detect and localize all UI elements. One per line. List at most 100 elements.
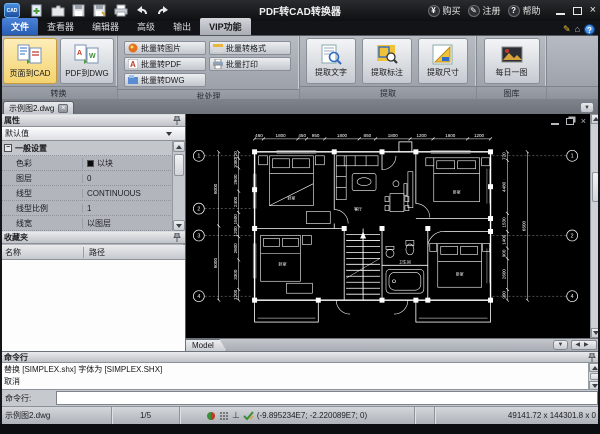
svg-text:850: 850	[364, 133, 372, 138]
canvas-vscrollbar[interactable]	[590, 114, 600, 338]
batch-format-icon	[213, 44, 223, 52]
favorites-header: 收藏夹	[0, 231, 185, 244]
svg-text:1530: 1530	[502, 217, 507, 228]
page-to-cad-icon	[17, 44, 42, 64]
extract-text-button[interactable]: 提取文字	[306, 38, 356, 84]
edit-check-icon[interactable]	[243, 410, 254, 421]
favorites-col-path[interactable]: 路径	[84, 247, 105, 258]
svg-text:1: 1	[197, 154, 200, 160]
svg-text:客厅: 客厅	[354, 207, 362, 212]
mdi-minimize-icon[interactable]	[550, 123, 559, 125]
property-row-layer[interactable]: 图层 0	[0, 171, 185, 186]
menu-bar: 文件 查看器 编辑器 高级 输出 VIP功能 ✎ ⌂ ?	[0, 18, 600, 35]
redo-icon[interactable]	[154, 3, 171, 18]
tabstrip-menu-button[interactable]: ▼	[580, 102, 594, 113]
open-folder-icon[interactable]	[49, 3, 66, 18]
property-row-ltscale[interactable]: 线型比例 1	[0, 201, 185, 216]
register-button[interactable]: ✎ 注册	[467, 4, 501, 17]
buy-button[interactable]: ¥ 购买	[427, 4, 461, 17]
extract-markup-button[interactable]: 提取标注	[362, 38, 412, 84]
new-file-icon[interactable]	[28, 3, 45, 18]
maximize-button[interactable]	[572, 6, 582, 15]
menu-file[interactable]: 文件	[2, 18, 39, 35]
batch-dwg-icon	[128, 75, 138, 84]
menu-vip[interactable]: VIP功能	[200, 18, 251, 35]
quick-help-icon[interactable]: ?	[584, 23, 595, 35]
pdf-to-dwg-button[interactable]: AW PDF到DWG	[60, 38, 114, 84]
grid-toggle-icon[interactable]	[219, 411, 229, 421]
svg-text:1800: 1800	[276, 133, 287, 138]
model-tab[interactable]: Model	[185, 339, 227, 351]
pin-icon[interactable]	[173, 233, 181, 242]
batch-format-button[interactable]: 批量转格式	[209, 41, 291, 55]
snap-toggle-icon[interactable]	[206, 411, 216, 421]
menu-output[interactable]: 输出	[164, 18, 200, 35]
svg-text:2400: 2400	[233, 196, 238, 207]
chevron-down-icon	[166, 131, 172, 136]
print-icon[interactable]	[112, 3, 129, 18]
svg-text:卧室: 卧室	[453, 190, 461, 195]
page-to-cad-button[interactable]: 页面到CAD	[3, 38, 57, 84]
menu-editor[interactable]: 编辑器	[83, 18, 128, 35]
close-button[interactable]: ×	[590, 5, 596, 16]
collapse-icon[interactable]: −	[4, 144, 12, 152]
svg-text:1800: 1800	[337, 133, 348, 138]
command-input[interactable]	[56, 391, 598, 405]
batch-print-button[interactable]: 批量打印	[209, 57, 291, 71]
batch-image-icon	[128, 43, 138, 53]
svg-text:1200: 1200	[233, 289, 238, 300]
favorites-col-name[interactable]: 名称	[0, 246, 84, 258]
svg-text:2: 2	[197, 206, 200, 212]
layout-menu-button[interactable]: ▼	[553, 340, 568, 350]
batch-dwg-button[interactable]: 批量转DWG	[124, 73, 206, 87]
tab-scroll-buttons[interactable]: ◀▶	[571, 340, 597, 350]
document-tab[interactable]: 示例图2.dwg ×	[3, 101, 75, 114]
svg-text:1800: 1800	[445, 133, 456, 138]
menu-viewer[interactable]: 查看器	[38, 18, 83, 35]
pin-icon[interactable]	[173, 116, 181, 125]
drawing-canvas[interactable]: 460 1800 450 950 1800 850 1800 1200 1800 1200 720 1…	[185, 114, 600, 338]
svg-text:A: A	[77, 50, 82, 57]
command-scrollbar[interactable]	[588, 363, 600, 390]
svg-text:卧室: 卧室	[278, 261, 286, 266]
svg-text:2: 2	[571, 233, 574, 239]
help-button[interactable]: ? 帮助	[507, 4, 541, 17]
undo-icon[interactable]	[133, 3, 150, 18]
svg-text:2600: 2600	[502, 269, 507, 280]
property-row-color[interactable]: 色彩 以块	[0, 156, 185, 171]
daily-image-button[interactable]: 每日一图	[483, 38, 540, 84]
svg-text:900: 900	[502, 291, 507, 299]
ribbon-group-empty	[547, 36, 600, 99]
extract-dim-button[interactable]: 提取尺寸	[418, 38, 468, 84]
save-icon[interactable]	[70, 3, 87, 18]
pin-icon[interactable]	[588, 352, 596, 362]
command-input-row: 命令行:	[0, 390, 600, 406]
favorites-list[interactable]	[0, 259, 185, 351]
batch-print-icon	[213, 59, 223, 69]
menu-advanced[interactable]: 高级	[128, 18, 164, 35]
svg-text:6000: 6000	[213, 258, 218, 269]
status-coordinates: (-9.895234E7; -2.220089E7; 0)	[256, 411, 368, 420]
batch-pdf-button[interactable]: A 批量转PDF	[124, 57, 206, 71]
property-group-row[interactable]: − 一般设置	[0, 141, 185, 156]
home-icon[interactable]: ⌂	[575, 23, 580, 35]
command-output[interactable]: 替换 [SIMPLEX.shx] 字体为 [SIMPLEX.SHX] 取消	[0, 363, 600, 390]
preset-dropdown[interactable]: 默认值	[0, 127, 185, 141]
property-row-lineweight[interactable]: 线宽 以图层	[0, 216, 185, 231]
minimize-button[interactable]	[555, 12, 565, 15]
save-as-icon[interactable]	[91, 3, 108, 18]
ribbon-group-batch: 批量转图片 A 批量转PDF 批量转DWG 批量转格式 批量打印 批处理	[118, 36, 300, 102]
svg-text:460: 460	[255, 133, 263, 138]
property-scrollbar[interactable]	[172, 141, 185, 231]
tab-close-icon[interactable]: ×	[58, 103, 69, 113]
pencil-icon[interactable]: ✎	[563, 23, 571, 35]
status-bar: 示例图2.dwg 1/5 ⊥ (-9.895234E7; -2.220089E7…	[0, 406, 600, 424]
mdi-restore-icon[interactable]	[565, 118, 574, 125]
property-row-linetype[interactable]: 线型 CONTINUOUS	[0, 186, 185, 201]
pdf-to-dwg-icon: AW	[74, 44, 99, 64]
favorites-columns: 名称 路径	[0, 245, 185, 259]
mdi-close-icon[interactable]: ×	[581, 117, 586, 126]
ortho-toggle-icon[interactable]: ⊥	[232, 410, 240, 421]
svg-text:1200: 1200	[233, 226, 238, 237]
batch-image-button[interactable]: 批量转图片	[124, 41, 206, 55]
